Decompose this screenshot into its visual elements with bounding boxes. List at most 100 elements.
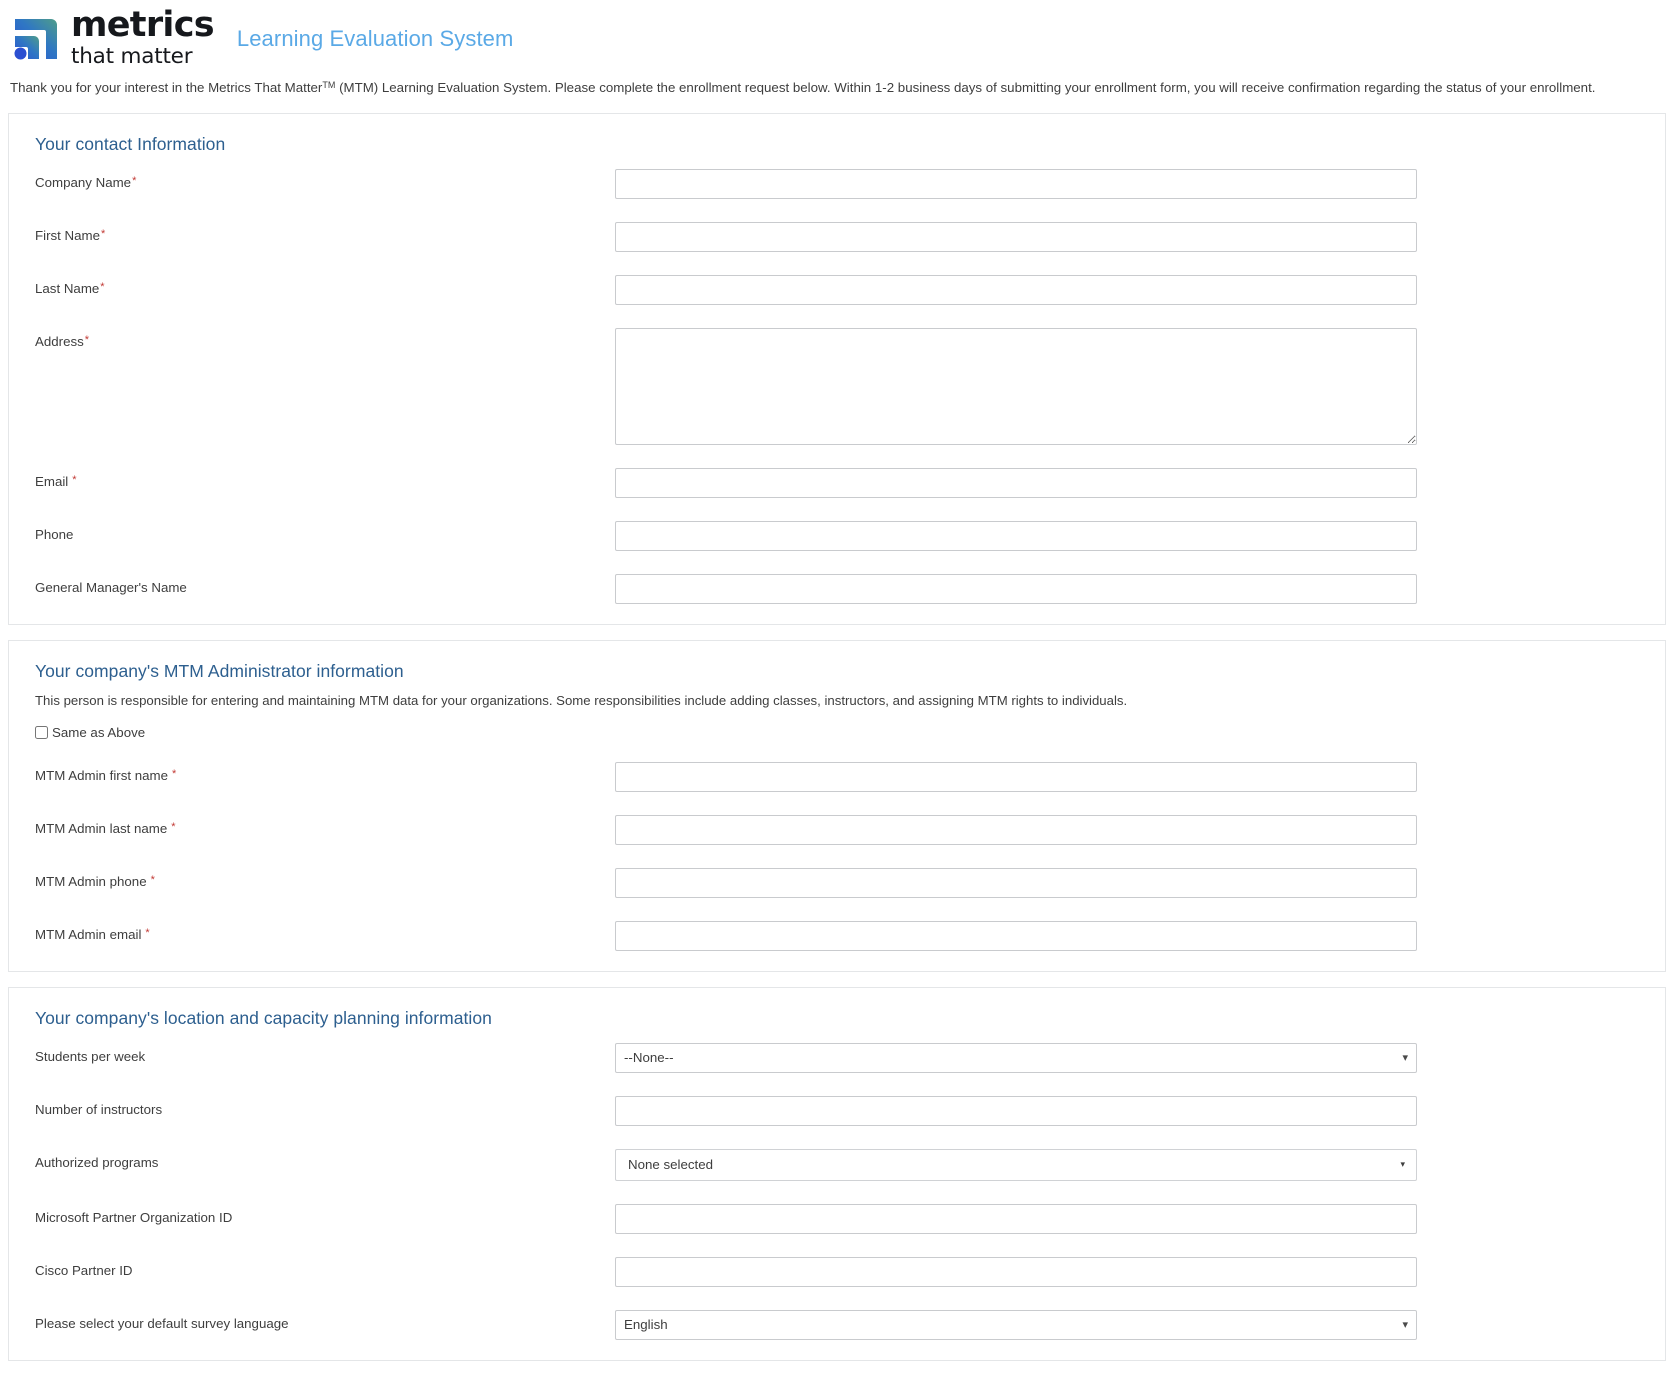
field-row-mtm-admin-phone: MTM Admin phone * — [29, 867, 1645, 898]
label-text: Last Name — [35, 281, 100, 297]
label-mtm-admin-first-name: MTM Admin first name * — [29, 762, 615, 784]
address-textarea[interactable] — [615, 328, 1417, 446]
label-microsoft-partner-organization-id: Microsoft Partner Organization ID — [29, 1204, 615, 1226]
label-text: MTM Admin first name — [35, 767, 168, 783]
field-row-last-name: Last Name* — [29, 275, 1645, 306]
label-number-of-instructors: Number of instructors — [29, 1096, 615, 1118]
control-default-survey-language: English ▾ — [615, 1309, 1417, 1340]
field-row-general-manager-name: General Manager's Name — [29, 574, 1645, 605]
label-last-name: Last Name* — [29, 275, 615, 297]
control-email — [615, 468, 1417, 499]
label-text: Address — [35, 334, 84, 350]
field-row-authorized-programs: Authorized programs None selected ▾ — [29, 1148, 1645, 1181]
control-mtm-admin-first-name — [615, 761, 1417, 792]
control-first-name — [615, 222, 1417, 253]
default-survey-language-select[interactable]: English — [615, 1309, 1417, 1340]
label-general-manager-name: General Manager's Name — [29, 574, 615, 596]
label-address: Address* — [29, 328, 615, 350]
control-phone — [615, 521, 1417, 552]
panel-location-capacity-planning: Your company's location and capacity pla… — [8, 986, 1666, 1361]
trademark-superscript: TM — [322, 80, 336, 90]
control-authorized-programs: None selected ▾ — [615, 1148, 1417, 1181]
field-row-mtm-admin-first-name: MTM Admin first name * — [29, 761, 1645, 792]
field-row-number-of-instructors: Number of instructors — [29, 1095, 1645, 1126]
company-name-input[interactable] — [615, 169, 1417, 200]
authorized-programs-multiselect[interactable]: None selected ▾ — [615, 1148, 1417, 1181]
form-panels: Your contact Information Company Name* F… — [0, 97, 1674, 1361]
label-text: First Name — [35, 228, 101, 244]
section-title-mtm-admin: Your company's MTM Administrator informa… — [35, 661, 404, 682]
same-as-above-label[interactable]: Same as Above — [52, 725, 145, 740]
email-input[interactable] — [615, 468, 1417, 499]
general-manager-name-input[interactable] — [615, 574, 1417, 605]
control-microsoft-partner-organization-id — [615, 1203, 1417, 1234]
intro-paragraph: Thank you for your interest in the Metri… — [0, 72, 1674, 97]
required-asterisk: * — [101, 228, 106, 241]
required-asterisk: * — [145, 926, 150, 939]
required-asterisk: * — [172, 767, 177, 780]
metrics-that-matter-logo-icon — [14, 19, 57, 60]
same-as-above-row[interactable]: Same as Above — [35, 725, 1645, 740]
default-survey-language-select-wrap: English ▾ — [615, 1309, 1417, 1340]
intro-text-part-1: Thank you for your interest in the Metri… — [10, 80, 323, 95]
mtm-admin-last-name-input[interactable] — [615, 814, 1417, 845]
label-mtm-admin-email: MTM Admin email * — [29, 921, 615, 943]
required-asterisk: * — [150, 873, 155, 886]
mtm-admin-phone-input[interactable] — [615, 867, 1417, 898]
control-mtm-admin-last-name — [615, 814, 1417, 845]
control-company-name — [615, 169, 1417, 200]
field-row-mtm-admin-last-name: MTM Admin last name * — [29, 814, 1645, 845]
students-per-week-select-wrap: --None-- ▾ — [615, 1042, 1417, 1073]
phone-input[interactable] — [615, 521, 1417, 552]
cisco-partner-id-input[interactable] — [615, 1256, 1417, 1287]
students-per-week-select[interactable]: --None-- — [615, 1042, 1417, 1073]
field-row-first-name: First Name* — [29, 222, 1645, 253]
control-cisco-partner-id — [615, 1256, 1417, 1287]
logo-word-that-matter: that matter — [71, 44, 193, 70]
page-title: Learning Evaluation System — [236, 26, 514, 51]
label-students-per-week: Students per week — [29, 1043, 615, 1065]
label-text: Authorized programs — [35, 1154, 159, 1170]
section-description-mtm-admin: This person is responsible for entering … — [35, 693, 1128, 709]
field-row-cisco-partner-id: Cisco Partner ID — [29, 1256, 1645, 1287]
field-row-email: Email * — [29, 468, 1645, 499]
same-as-above-checkbox[interactable] — [35, 725, 48, 739]
mtm-admin-first-name-input[interactable] — [615, 761, 1417, 792]
intro-text-part-2: (MTM) Learning Evaluation System. Please… — [335, 80, 1596, 95]
first-name-input[interactable] — [615, 222, 1417, 253]
field-row-phone: Phone — [29, 521, 1645, 552]
field-row-company-name: Company Name* — [29, 169, 1645, 200]
control-address — [615, 328, 1417, 446]
number-of-instructors-input[interactable] — [615, 1095, 1417, 1126]
field-row-mtm-admin-email: MTM Admin email * — [29, 920, 1645, 951]
label-text: MTM Admin phone — [35, 873, 147, 889]
brand-logo: metrics that matter — [10, 8, 215, 70]
last-name-input[interactable] — [615, 275, 1417, 306]
mtm-admin-email-input[interactable] — [615, 920, 1417, 951]
label-text: Phone — [35, 527, 74, 543]
page-header: metrics that matter Learning Evaluation … — [0, 0, 1674, 72]
label-mtm-admin-phone: MTM Admin phone * — [29, 868, 615, 890]
label-phone: Phone — [29, 521, 615, 543]
section-title-contact: Your contact Information — [35, 134, 226, 155]
microsoft-partner-organization-id-input[interactable] — [615, 1203, 1417, 1234]
field-row-default-survey-language: Please select your default survey langua… — [29, 1309, 1645, 1340]
label-default-survey-language: Please select your default survey langua… — [29, 1310, 615, 1332]
authorized-programs-value: None selected — [628, 1157, 714, 1173]
control-mtm-admin-phone — [615, 867, 1417, 898]
label-text: Students per week — [35, 1048, 146, 1064]
control-number-of-instructors — [615, 1095, 1417, 1126]
required-asterisk: * — [100, 281, 105, 294]
required-asterisk: * — [84, 334, 90, 347]
caret-down-icon: ▾ — [1400, 1159, 1405, 1170]
label-text: MTM Admin last name — [35, 820, 168, 836]
field-row-address: Address* — [29, 328, 1645, 446]
label-text: General Manager's Name — [35, 580, 187, 596]
label-text: Number of instructors — [35, 1101, 163, 1117]
required-asterisk: * — [132, 175, 137, 188]
label-text: Cisco Partner ID — [35, 1262, 133, 1278]
control-mtm-admin-email — [615, 920, 1417, 951]
label-first-name: First Name* — [29, 222, 615, 244]
label-company-name: Company Name* — [29, 169, 615, 191]
required-asterisk: * — [72, 474, 77, 487]
